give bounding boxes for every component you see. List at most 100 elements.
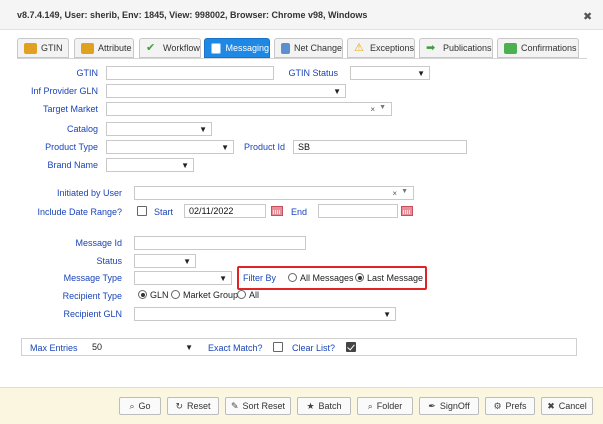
tab-label: Attribute [98, 43, 132, 53]
all-messages-label: All Messages [300, 273, 354, 283]
target-market-label: Target Market [42, 104, 98, 114]
clear-icon[interactable]: × [370, 105, 375, 114]
close-icon: ✖ [547, 400, 555, 411]
cancel-button[interactable]: ✖ Cancel [541, 397, 593, 415]
sort-reset-button[interactable]: ✎ Sort Reset [225, 397, 291, 415]
product-type-select[interactable]: ▼ [106, 140, 234, 154]
chevron-down-icon: ▼ [383, 310, 391, 319]
target-market-select[interactable]: × ▼ [106, 102, 392, 116]
gtin-label: GTIN [76, 68, 99, 78]
tab-publications[interactable]: ➡ Publications [419, 38, 493, 58]
title-bar: v8.7.4.149, User: sherib, Env: 1845, Vie… [0, 0, 603, 30]
all-label: All [249, 290, 260, 300]
status-select[interactable]: ▼ [134, 254, 196, 268]
check-icon: ✔ [146, 41, 156, 54]
tab-net-change[interactable]: Net Change [274, 38, 343, 58]
messaging-icon [211, 42, 222, 54]
reset-button-label: Reset [187, 401, 211, 411]
end-date-input[interactable] [318, 204, 398, 218]
catalog-select[interactable]: ▼ [106, 122, 212, 136]
folder-button[interactable]: ⌕ Folder [357, 397, 413, 415]
market-group-radio[interactable] [171, 290, 180, 299]
include-date-range-checkbox[interactable] [137, 206, 147, 216]
chevron-down-icon: ▼ [199, 125, 207, 134]
tab-label: Publications [443, 43, 492, 53]
last-message-label: Last Message [367, 273, 424, 283]
arrow-icon: ➡ [426, 41, 436, 54]
chevron-down-icon: ▼ [221, 143, 229, 152]
chevron-down-icon: ▼ [185, 343, 193, 352]
market-group-label: Market Group [183, 290, 239, 300]
reset-button[interactable]: ↻ Reset [167, 397, 219, 415]
signoff-button-label: SignOff [439, 401, 470, 411]
clear-list-label: Clear List? [292, 343, 336, 353]
window-title: v8.7.4.149, User: sherib, Env: 1845, Vie… [17, 10, 368, 20]
max-entries-value: 50 [92, 342, 103, 352]
initiated-by-user-select[interactable]: × ▼ [134, 186, 414, 200]
recipient-gln-label: Recipient GLN [63, 309, 122, 319]
warning-icon: ⚠ [354, 41, 364, 54]
gtin-status-label: GTIN Status [288, 68, 338, 78]
end-label: End [291, 207, 308, 217]
max-entries-label: Max Entries [30, 343, 78, 353]
pencil-icon: ✎ [230, 400, 239, 411]
clear-icon[interactable]: × [392, 189, 397, 198]
sort-reset-button-label: Sort Reset [242, 401, 286, 411]
cancel-button-label: Cancel [558, 401, 587, 411]
folder-button-label: Folder [376, 401, 403, 411]
handshake-icon [504, 42, 517, 54]
tab-gtin[interactable]: GTIN [17, 38, 69, 58]
gtin-status-select[interactable]: ▼ [350, 66, 430, 80]
prefs-button-label: Prefs [505, 401, 527, 411]
calendar-icon[interactable] [401, 206, 413, 216]
close-icon[interactable]: ✖ [583, 10, 592, 23]
star-icon: ★ [306, 400, 315, 411]
inf-provider-gln-label: Inf Provider GLN [30, 86, 98, 96]
tab-attribute[interactable]: Attribute [74, 38, 134, 58]
gtin-icon [24, 42, 37, 54]
tab-messaging[interactable]: Messaging [204, 38, 270, 58]
product-type-label: Product Type [45, 142, 98, 152]
go-button[interactable]: ⌕ Go [119, 397, 161, 415]
batch-button[interactable]: ★ Batch [297, 397, 351, 415]
calendar-icon[interactable] [271, 206, 283, 216]
tab-label: GTIN [41, 43, 63, 53]
tab-label: Exceptions [369, 43, 414, 53]
product-id-input[interactable] [293, 140, 467, 154]
tab-workflow[interactable]: ✔ Workflow [139, 38, 201, 58]
all-radio[interactable] [237, 290, 246, 299]
start-label: Start [154, 207, 174, 217]
message-id-label: Message Id [75, 238, 122, 248]
message-type-select[interactable]: ▼ [134, 271, 232, 285]
start-date-input[interactable] [184, 204, 266, 218]
signoff-button[interactable]: ✒ SignOff [419, 397, 479, 415]
messaging-dialog: v8.7.4.149, User: sherib, Env: 1845, Vie… [0, 0, 603, 424]
chevron-down-icon: ▼ [333, 87, 341, 96]
exact-match-label: Exact Match? [208, 343, 263, 353]
brand-name-label: Brand Name [47, 160, 98, 170]
recipient-gln-select[interactable]: ▼ [134, 307, 396, 321]
chevron-down-icon: ▼ [183, 257, 191, 266]
include-date-range-label: Include Date Range? [37, 207, 122, 217]
binoculars-icon: ⌕ [129, 400, 135, 411]
all-messages-radio[interactable] [288, 273, 297, 282]
clear-list-checkbox[interactable] [346, 342, 356, 352]
exact-match-checkbox[interactable] [273, 342, 283, 352]
chevron-down-icon: ▼ [401, 188, 408, 195]
inf-provider-gln-select[interactable]: ▼ [106, 84, 346, 98]
folder-icon: ⌕ [367, 400, 373, 411]
filter-by-label: Filter By [243, 273, 277, 283]
status-label: Status [96, 256, 122, 266]
gln-radio[interactable] [138, 290, 147, 299]
max-entries-select[interactable]: 50 ▼ [88, 340, 198, 354]
gtin-input[interactable] [106, 66, 274, 80]
reset-icon: ↻ [175, 400, 184, 411]
last-message-radio[interactable] [355, 273, 364, 282]
tab-label: Messaging [225, 43, 269, 53]
chevron-down-icon: ▼ [181, 161, 189, 170]
prefs-button[interactable]: ⚙ Prefs [485, 397, 535, 415]
message-id-input[interactable] [134, 236, 306, 250]
tab-confirmations[interactable]: Confirmations [497, 38, 579, 58]
brand-name-select[interactable]: ▼ [106, 158, 194, 172]
tab-exceptions[interactable]: ⚠ Exceptions [347, 38, 415, 58]
